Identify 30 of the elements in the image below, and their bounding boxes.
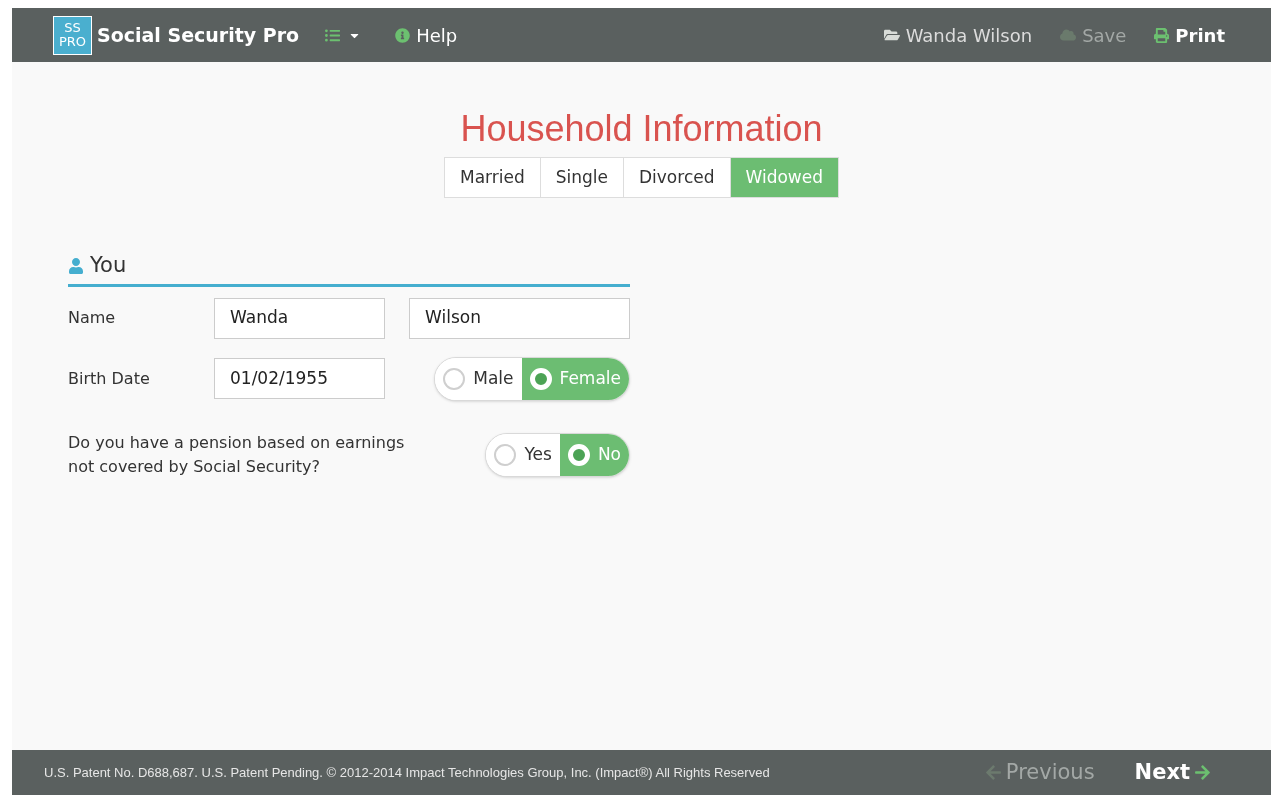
- print-button[interactable]: Print: [1146, 17, 1233, 53]
- last-name-field[interactable]: Wilson: [409, 297, 630, 339]
- page-title: Household Information: [459, 107, 824, 151]
- left-arrow-icon: [984, 764, 1002, 781]
- next-button[interactable]: Next: [1134, 756, 1211, 789]
- logo-text: SS: [64, 21, 81, 35]
- printer-icon: [1154, 27, 1170, 43]
- first-name-field[interactable]: Wanda: [214, 297, 385, 339]
- logo-text: PRO: [58, 35, 87, 49]
- legal-notice: U.S. Patent No. D688,687. U.S. Patent Pending. © 2012-2014 Impact Technologies Group, Inc. (Impact®) All Rights Reserved: [44, 766, 771, 779]
- help-button[interactable]: Help: [387, 17, 466, 53]
- cloud-icon: [1060, 27, 1077, 43]
- birth-date-field[interactable]: 01/02/1955: [214, 358, 385, 399]
- radio-option[interactable]: Male: [435, 357, 522, 400]
- list-icon: [325, 27, 341, 43]
- field-label: Birth Date: [68, 367, 151, 390]
- folder-icon: [883, 27, 900, 43]
- radio-icon: [443, 367, 466, 390]
- file-button[interactable]: Wanda Wilson: [875, 17, 1041, 53]
- info-icon: [395, 27, 411, 43]
- radio-icon: [494, 443, 517, 466]
- right-arrow-icon: [1194, 764, 1211, 781]
- radio-option[interactable]: Yes: [486, 433, 560, 476]
- radio-icon: [567, 443, 590, 466]
- user-icon: [68, 257, 84, 274]
- pension-question: Do you have a pension based on earnings not covered by Social Security?: [68, 431, 406, 478]
- field-label: Name: [68, 307, 117, 329]
- radio-icon: [529, 367, 552, 390]
- app-name[interactable]: Social Security Pro: [97, 20, 300, 50]
- section-title: You: [90, 252, 127, 279]
